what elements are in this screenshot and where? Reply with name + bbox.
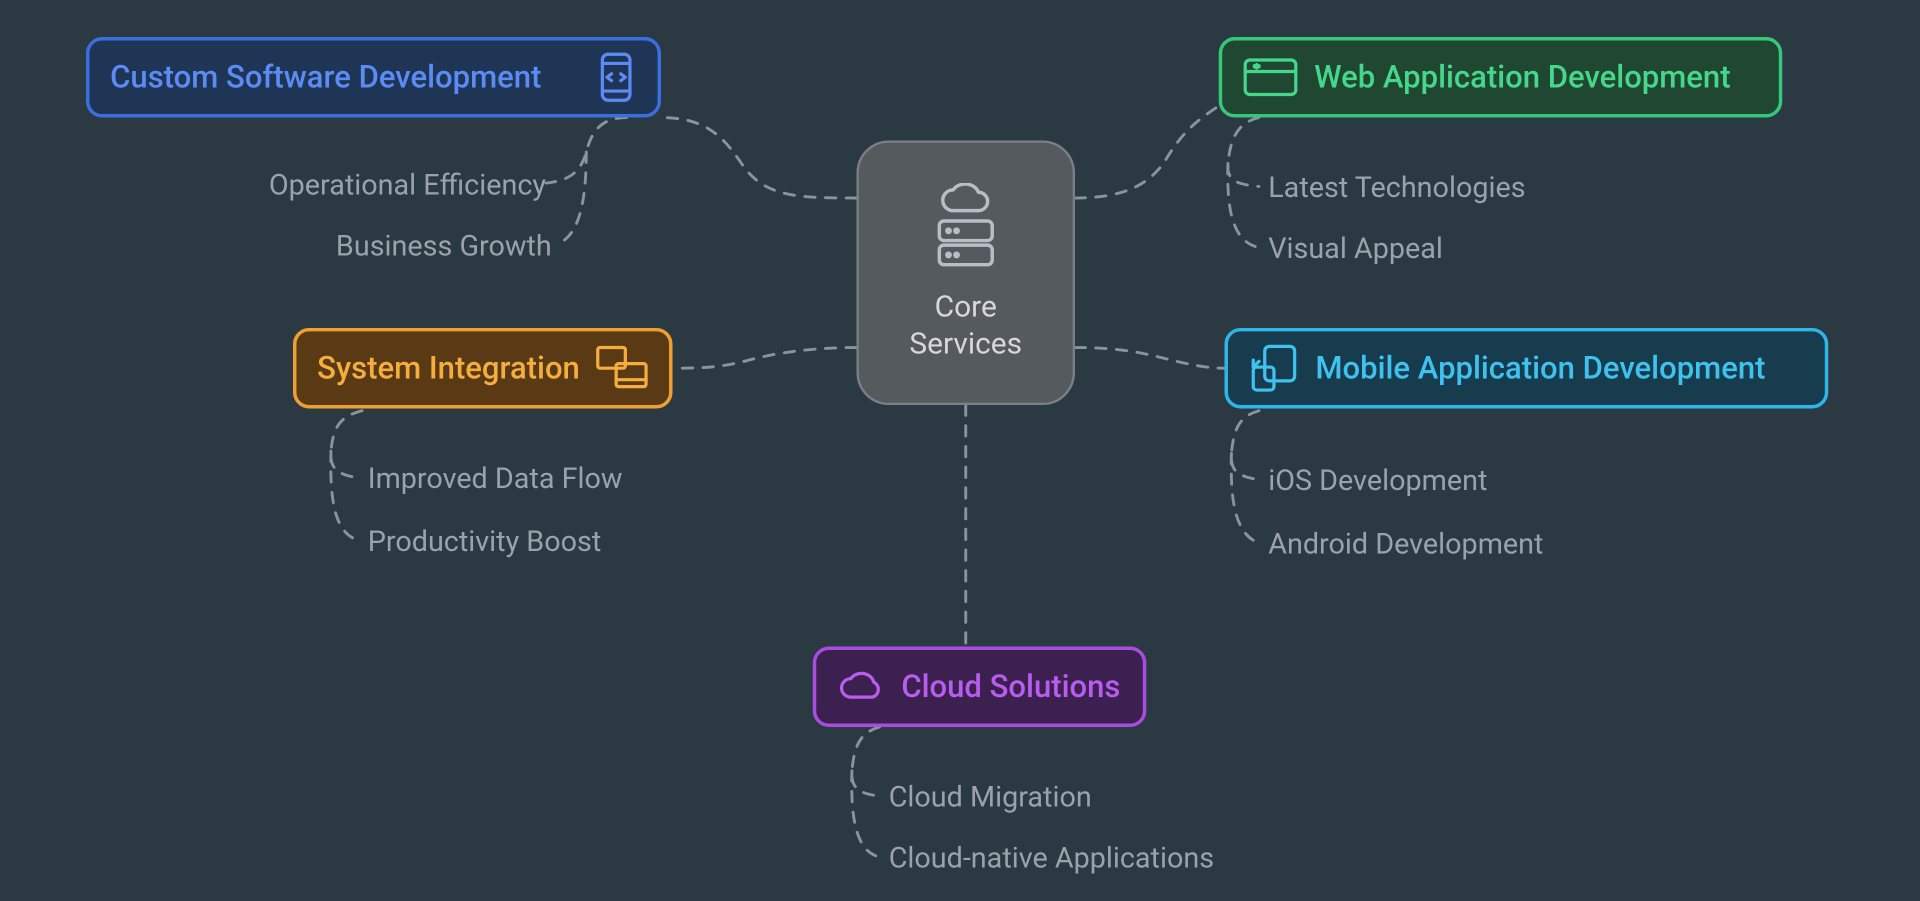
branch-cloud-solutions: Cloud Solutions bbox=[813, 646, 1146, 727]
sub-label: Cloud Migration bbox=[889, 781, 1092, 814]
center-node-core-services: CoreServices bbox=[857, 140, 1076, 405]
cloud-icon bbox=[837, 669, 885, 704]
sub-label: Operational Efficiency bbox=[264, 169, 546, 202]
branch-custom-software: Custom Software Development bbox=[86, 37, 661, 118]
sub-label: iOS Development bbox=[1268, 464, 1487, 497]
sub-label: Productivity Boost bbox=[368, 525, 602, 558]
monitors-icon bbox=[596, 345, 649, 391]
server-cloud-icon bbox=[921, 182, 1011, 272]
mobile-code-icon bbox=[595, 51, 636, 102]
branch-label: Mobile Application Development bbox=[1315, 349, 1765, 386]
branch-mobile-app: Mobile Application Development bbox=[1225, 327, 1829, 408]
sub-label: Android Development bbox=[1268, 528, 1543, 561]
sub-label: Improved Data Flow bbox=[368, 462, 623, 495]
sub-label: Cloud-native Applications bbox=[889, 842, 1214, 875]
sub-label: Visual Appeal bbox=[1268, 232, 1443, 265]
branch-web-app: Web Application Development bbox=[1219, 37, 1783, 118]
devices-arrow-icon bbox=[1249, 344, 1300, 392]
browser-icon bbox=[1243, 57, 1298, 96]
sub-label: Business Growth bbox=[333, 230, 552, 263]
diagram-canvas: CoreServices Custom Software Development… bbox=[63, 14, 1857, 888]
branch-label: Cloud Solutions bbox=[901, 668, 1120, 705]
center-label: CoreServices bbox=[909, 288, 1022, 363]
sub-label: Latest Technologies bbox=[1268, 171, 1525, 204]
branch-system-integration: System Integration bbox=[293, 327, 673, 408]
branch-label: System Integration bbox=[317, 349, 580, 386]
branch-label: Custom Software Development bbox=[110, 58, 541, 95]
branch-label: Web Application Development bbox=[1314, 58, 1730, 95]
